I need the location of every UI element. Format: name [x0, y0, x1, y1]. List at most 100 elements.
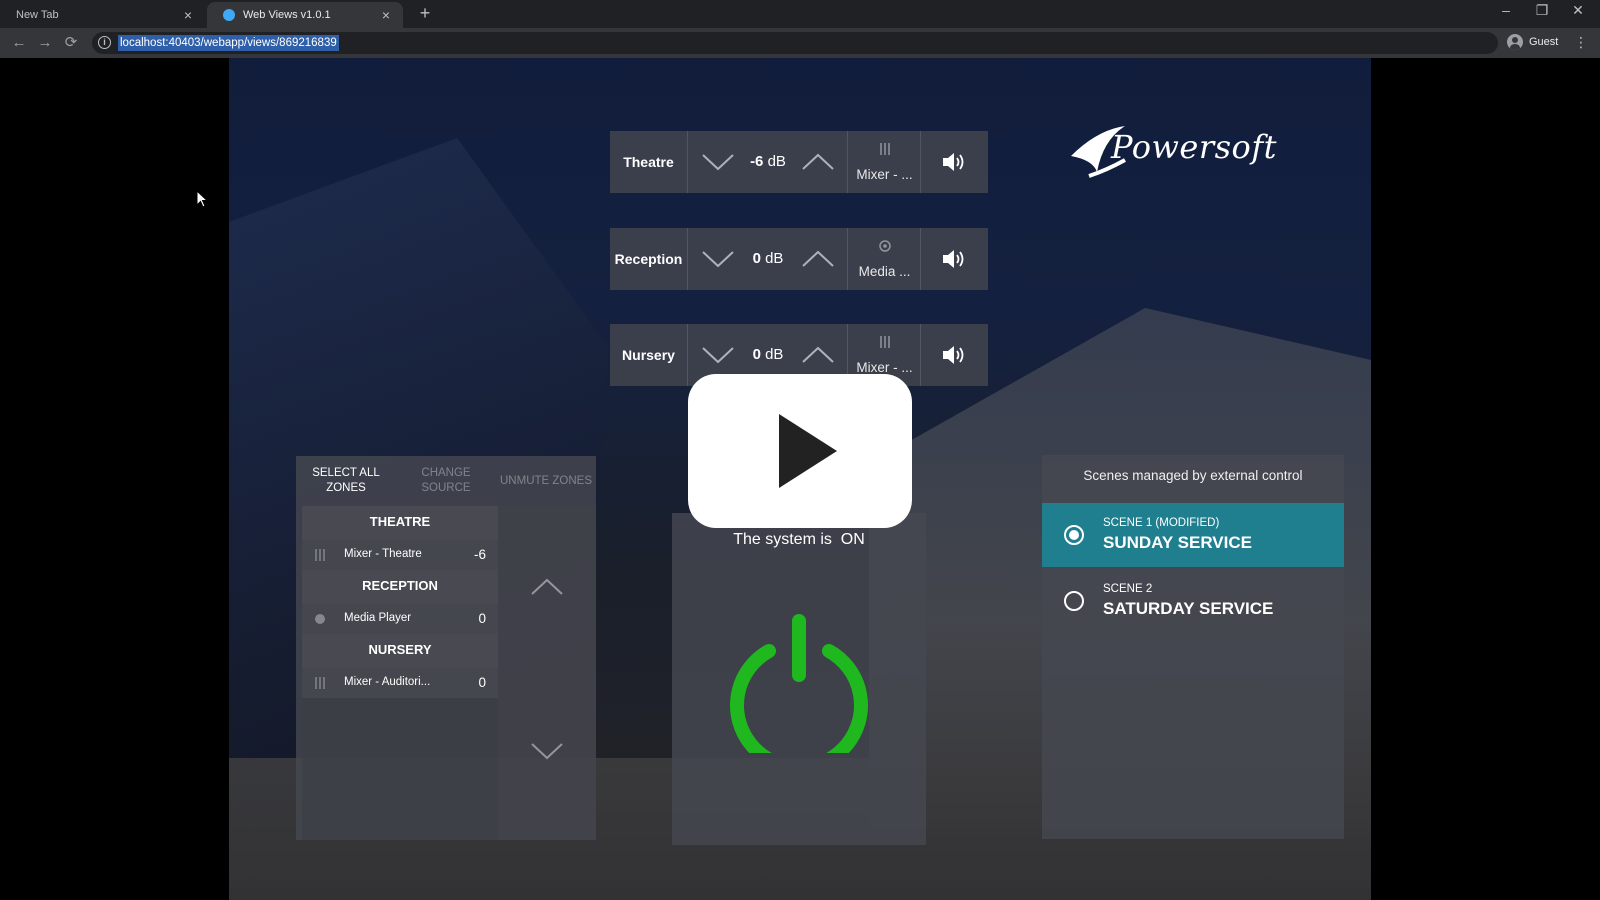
volume-readout: 0 dB [736, 228, 800, 290]
site-info-icon[interactable]: i [98, 36, 111, 49]
zone-name: Theatre [610, 131, 688, 193]
scene-item-1[interactable]: SCENE 1 (MODIFIED) SUNDAY SERVICE [1042, 503, 1344, 567]
restore-icon[interactable]: ❐ [1524, 2, 1560, 19]
scroll-down-icon[interactable] [530, 740, 564, 762]
mouse-cursor-icon [196, 190, 208, 208]
speaker-icon [943, 346, 964, 364]
tab-new-tab[interactable]: New Tab × [0, 2, 205, 28]
volume-control: 0 dB [688, 228, 848, 290]
volume-control: -6 dB [688, 131, 848, 193]
volume-up-icon[interactable] [800, 246, 836, 272]
profile-label: Guest [1529, 36, 1559, 48]
speaker-icon [943, 250, 964, 268]
browser-toolbar: ← → ⟳ i localhost:40403/webapp/views/869… [0, 28, 1600, 58]
powersoft-logo: Powersoft [1067, 120, 1307, 188]
zone-list: THEATRE Mixer - Theatre -6 RECEPTION Med… [302, 506, 498, 840]
source-label: Mixer - ... [856, 167, 913, 182]
zone-name: Reception [610, 228, 688, 290]
source-select[interactable]: Mixer - ... [848, 131, 921, 193]
speaker-icon [943, 153, 964, 171]
scroll-up-icon[interactable] [530, 576, 564, 598]
zone-group-theatre: THEATRE Mixer - Theatre -6 [302, 506, 498, 570]
new-tab-button[interactable]: + [414, 3, 436, 24]
volume-readout: -6 dB [736, 131, 800, 193]
system-status-value: ON [840, 531, 865, 548]
mixer-icon [880, 143, 890, 155]
media-icon [879, 240, 891, 252]
mixer-icon [315, 549, 325, 561]
volume-unit: dB [765, 346, 784, 363]
mute-button[interactable] [921, 228, 987, 290]
volume-value: 0 [752, 346, 761, 363]
list-item[interactable]: Media Player 0 [302, 604, 498, 634]
zone-volume-value: 0 [478, 611, 486, 626]
scene-name: SATURDAY SERVICE [1103, 599, 1274, 618]
zone-scroll-controls [498, 506, 596, 840]
app-viewport: Theatre -6 dB Mixer - ... Reception 0 dB… [229, 58, 1371, 900]
zone-group-reception: RECEPTION Media Player 0 [302, 570, 498, 634]
volume-value: -6 [750, 153, 764, 170]
zone-group-nursery: NURSERY Mixer - Auditori... 0 [302, 634, 498, 698]
power-icon[interactable] [724, 603, 874, 753]
mixer-icon [315, 677, 325, 689]
volume-up-icon[interactable] [800, 342, 836, 368]
video-play-button[interactable] [688, 374, 912, 528]
tab-title: Web Views v1.0.1 [243, 9, 331, 21]
volume-unit: dB [767, 153, 786, 170]
media-icon [315, 614, 325, 624]
zone-source-name: Mixer - Theatre [344, 548, 422, 560]
system-status-prefix: The system is [733, 531, 832, 548]
address-bar[interactable]: i localhost:40403/webapp/views/869216839 [92, 32, 1498, 54]
zone-name: Nursery [610, 324, 688, 386]
tab-title: New Tab [16, 9, 59, 21]
change-source-button[interactable]: CHANGE SOURCE [396, 456, 496, 506]
source-select[interactable]: Media ... [848, 228, 921, 290]
url-text[interactable]: localhost:40403/webapp/views/869216839 [118, 35, 339, 51]
mute-button[interactable] [921, 131, 987, 193]
minimize-icon[interactable]: – [1488, 2, 1524, 18]
zone-volume-value: -6 [473, 547, 486, 562]
profile-button[interactable]: Guest [1507, 34, 1558, 50]
zone-strip-theatre: Theatre -6 dB Mixer - ... [610, 131, 988, 193]
scene-label: SCENE 2 [1103, 583, 1153, 595]
tab-web-views[interactable]: Web Views v1.0.1 × [207, 2, 403, 28]
reload-icon[interactable]: ⟳ [60, 32, 82, 54]
power-panel: The system is ON [672, 513, 926, 845]
close-window-icon[interactable]: ✕ [1560, 2, 1596, 19]
favicon-icon [223, 9, 235, 21]
back-icon[interactable]: ← [8, 32, 30, 54]
source-label: Media ... [858, 264, 911, 279]
scenes-panel: Scenes managed by external control SCENE… [1042, 455, 1344, 839]
mute-button[interactable] [921, 324, 987, 386]
close-tab-icon[interactable]: × [181, 7, 195, 23]
zone-group-title: NURSERY [302, 634, 498, 668]
close-tab-icon[interactable]: × [379, 7, 393, 23]
zone-strip-reception: Reception 0 dB Media ... [610, 228, 988, 290]
browser-tab-bar: New Tab × Web Views v1.0.1 × + – ❐ ✕ [0, 0, 1600, 28]
zone-source-name: Mixer - Auditori... [344, 676, 431, 688]
zone-group-title: RECEPTION [302, 570, 498, 604]
avatar-icon [1507, 34, 1523, 50]
zone-panel: SELECT ALL ZONES CHANGE SOURCE UNMUTE ZO… [296, 456, 596, 840]
select-all-zones-button[interactable]: SELECT ALL ZONES [296, 456, 396, 506]
scene-label: SCENE 1 (MODIFIED) [1103, 517, 1220, 529]
scenes-title: Scenes managed by external control [1083, 468, 1303, 483]
source-label: Mixer - ... [856, 360, 913, 375]
list-item[interactable]: Mixer - Theatre -6 [302, 540, 498, 570]
radio-selected-icon [1064, 525, 1084, 545]
forward-icon[interactable]: → [34, 32, 56, 54]
volume-down-icon[interactable] [700, 246, 736, 272]
volume-down-icon[interactable] [700, 149, 736, 175]
volume-down-icon[interactable] [700, 342, 736, 368]
zone-volume-value: 0 [478, 675, 486, 690]
logo-text: Powersoft [1111, 128, 1278, 166]
zone-group-title: THEATRE [302, 506, 498, 540]
volume-up-icon[interactable] [800, 149, 836, 175]
menu-icon[interactable]: ⋮ [1574, 34, 1588, 51]
scene-name: SUNDAY SERVICE [1103, 533, 1252, 552]
unmute-zones-button[interactable]: UNMUTE ZONES [496, 456, 596, 506]
scene-item-2[interactable]: SCENE 2 SATURDAY SERVICE [1042, 569, 1344, 633]
zone-source-name: Media Player [344, 612, 412, 624]
list-item[interactable]: Mixer - Auditori... 0 [302, 668, 498, 698]
volume-value: 0 [752, 250, 761, 267]
